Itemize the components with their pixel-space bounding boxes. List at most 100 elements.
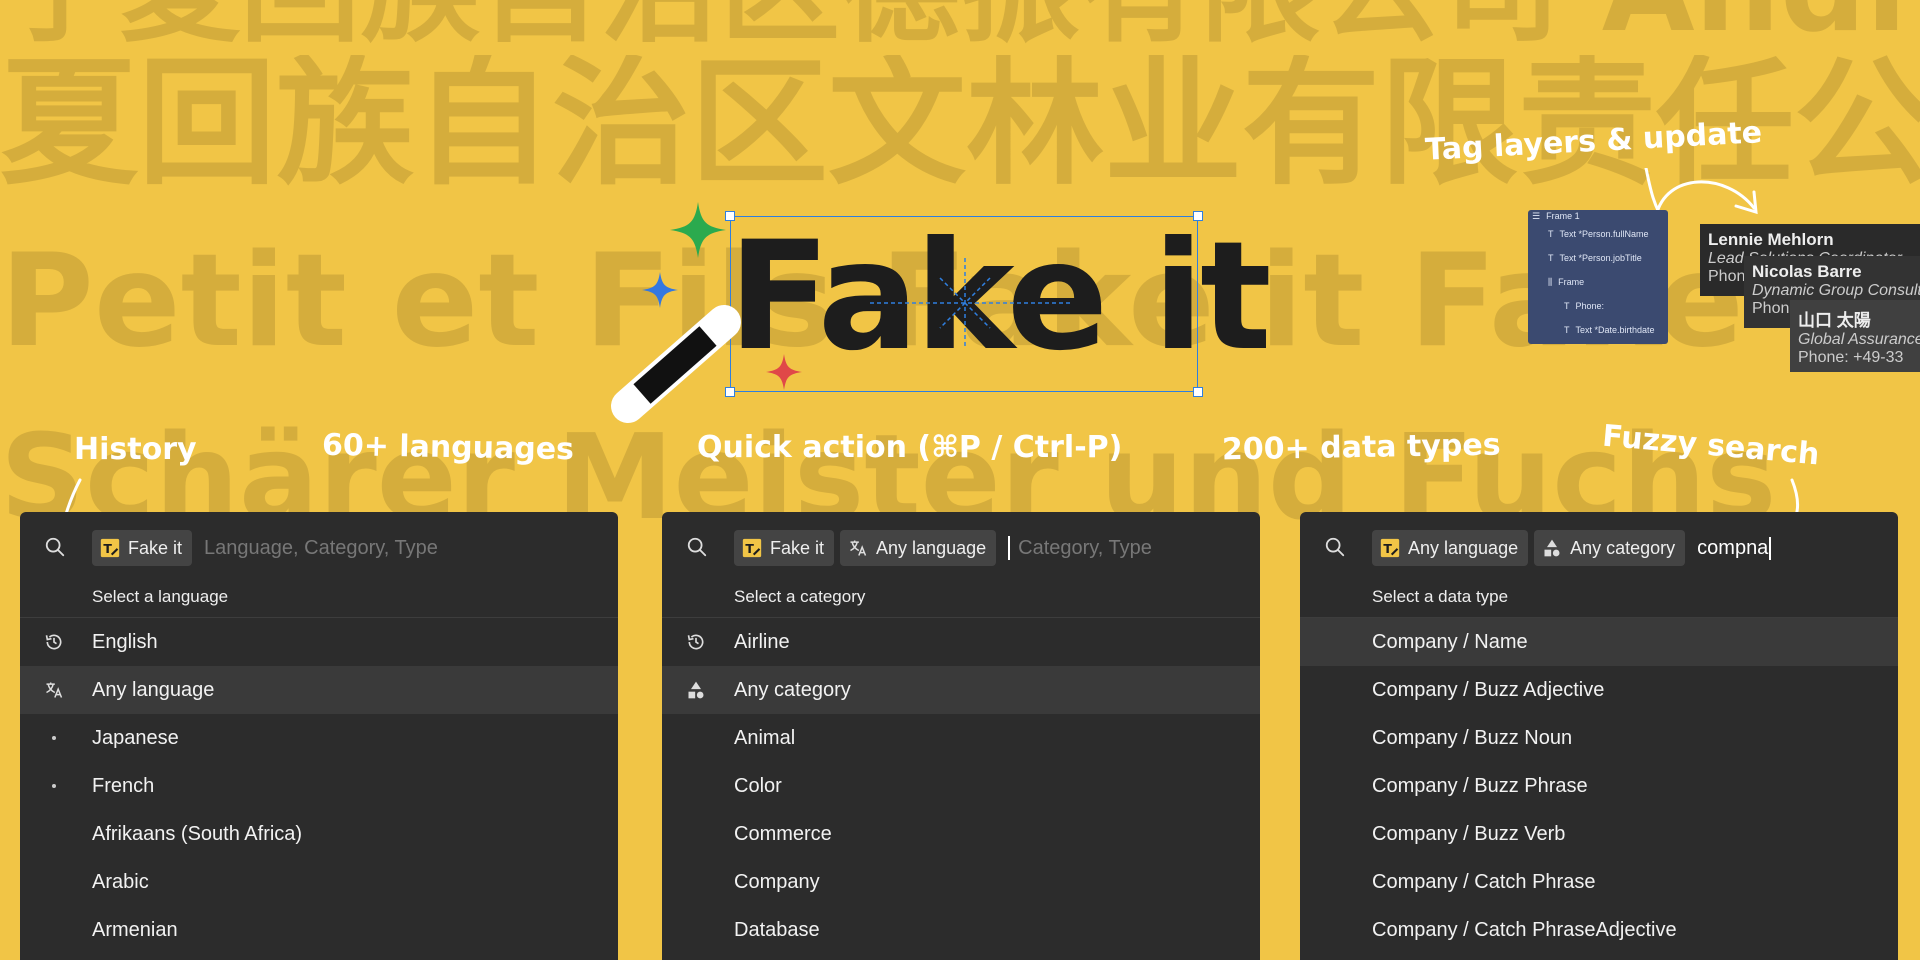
chip-label: Fake it <box>770 537 825 558</box>
item-label: Company / Catch Phrase <box>1372 870 1596 893</box>
item-label: Company / Buzz Noun <box>1372 726 1573 749</box>
annotation-quick-action: Quick action (⌘P / Ctrl-P) <box>697 430 1123 465</box>
chip-label: Any language <box>1408 537 1519 558</box>
magic-wand-icon <box>611 305 741 423</box>
section-title: Select a category <box>662 582 1260 618</box>
list-item[interactable]: Japanese <box>20 714 618 762</box>
list-item[interactable]: Company / Buzz Verb <box>1300 810 1898 858</box>
item-label: Japanese <box>92 726 179 749</box>
search-icon <box>44 536 66 558</box>
annotation-languages: 60+ languages <box>321 427 575 468</box>
item-label: Company <box>734 870 820 893</box>
fake-it-logo-icon <box>742 538 762 558</box>
search-input[interactable]: compna <box>1697 536 1772 560</box>
search-placeholder[interactable]: Language, Category, Type <box>204 537 438 560</box>
item-label: Company / Buzz Phrase <box>1372 774 1588 797</box>
list-item[interactable]: Company / Buzz Adjective <box>1300 666 1898 714</box>
layer-label: Frame <box>1558 277 1585 287</box>
contact-card: 山口 太陽 Global Assurance Phone: +49-33 <box>1790 300 1920 372</box>
list-item[interactable]: Color <box>662 762 1260 810</box>
dot-icon <box>44 776 64 796</box>
item-label: Any language <box>92 678 215 701</box>
layer-row[interactable]: T Text *Date.birthdate <box>1528 318 1668 342</box>
list-item[interactable]: Afrikaans (South Africa) <box>20 810 618 858</box>
list-item[interactable]: Company / Catch PhraseAdjective <box>1300 906 1898 954</box>
data-type-panel: Any language Any category compna Select … <box>1300 512 1898 960</box>
layer-row[interactable]: ☰ Frame 1 <box>1528 210 1668 222</box>
search-bar[interactable]: Any language Any category compna <box>1300 512 1898 582</box>
resize-handle <box>1193 387 1203 397</box>
list-item[interactable]: Any language <box>20 666 618 714</box>
layer-label: Phone: <box>1575 301 1605 311</box>
list-item[interactable]: Company / Name <box>1300 618 1898 666</box>
text-icon: T <box>1548 253 1554 263</box>
card-name: 山口 太陽 <box>1798 311 1871 330</box>
list-item[interactable]: Company / Buzz Noun <box>1300 714 1898 762</box>
text-icon: T <box>1564 325 1570 335</box>
chip-language[interactable]: Any language <box>1372 530 1529 566</box>
background-text-line-1: 宁夏回族自治区德振有限公司 Andre, Lors <box>0 0 1920 50</box>
category-panel: Fake it Any language Category, Type Sele… <box>662 512 1260 960</box>
item-label: Airline <box>734 630 790 653</box>
option-list: English Any language Japanese French Afr… <box>20 618 618 954</box>
shapes-icon <box>686 680 706 700</box>
item-label: English <box>92 630 158 653</box>
layer-row[interactable]: ⫼ Frame <box>1528 270 1668 294</box>
search-placeholder[interactable]: Category, Type <box>1018 537 1152 560</box>
chip-label: Fake it <box>128 537 183 558</box>
item-label: Company / Catch PhraseAdjective <box>1372 918 1677 941</box>
item-label: French <box>92 774 155 797</box>
chip-fake-it[interactable]: Fake it <box>92 530 193 566</box>
layer-row[interactable]: T Text *Person.fullName <box>1528 222 1668 246</box>
list-item[interactable]: Company / Catch Phrase <box>1300 858 1898 906</box>
list-item[interactable]: Commerce <box>662 810 1260 858</box>
list-item[interactable]: Any category <box>662 666 1260 714</box>
chip-label: Any category <box>1570 537 1676 558</box>
item-label: Any category <box>734 678 851 701</box>
layer-label: Text *Person.fullName <box>1559 229 1649 239</box>
list-item[interactable]: Arabic <box>20 858 618 906</box>
card-title: Global Assurance <box>1798 331 1920 348</box>
item-label: Company / Name <box>1372 630 1528 653</box>
crosshair-guides-icon <box>870 258 1070 348</box>
card-name: Lennie Mehlorn <box>1708 230 1834 249</box>
green-sparkle-icon <box>670 202 726 258</box>
layer-label: Text *Person.jobTitle <box>1559 253 1642 263</box>
dot-icon <box>44 728 64 748</box>
frame-icon: ☰ <box>1532 210 1541 221</box>
search-bar[interactable]: Fake it Language, Category, Type <box>20 512 618 582</box>
section-title: Select a data type <box>1300 582 1898 618</box>
list-item[interactable]: English <box>20 618 618 666</box>
language-panel: Fake it Language, Category, Type Select … <box>20 512 618 960</box>
card-name: Nicolas Barre <box>1752 262 1862 281</box>
chip-fake-it[interactable]: Fake it <box>734 530 835 566</box>
text-icon: T <box>1548 229 1554 239</box>
annotation-history: History <box>74 432 197 467</box>
fake-it-logo-icon <box>1380 538 1400 558</box>
list-item[interactable]: Airline <box>662 618 1260 666</box>
fake-it-logo-icon <box>100 538 120 558</box>
list-item[interactable]: Company / Buzz Phrase <box>1300 762 1898 810</box>
layers-panel: ☰ Frame 1 T Text *Person.fullName T Text *P… <box>1528 210 1668 344</box>
card-title: Dynamic Group Consultant <box>1752 282 1920 299</box>
chip-language[interactable]: Any language <box>840 530 997 566</box>
list-item[interactable]: Company <box>662 858 1260 906</box>
annotation-data-types: 200+ data types <box>1221 427 1501 468</box>
chip-category[interactable]: Any category <box>1534 530 1686 566</box>
list-item[interactable]: Armenian <box>20 906 618 954</box>
text-caret <box>1008 536 1011 560</box>
red-sparkle-icon <box>766 354 802 390</box>
layer-row[interactable]: T Text *Person.jobTitle <box>1528 246 1668 270</box>
item-label: Company / Buzz Adjective <box>1372 678 1605 701</box>
chip-label: Any language <box>876 537 987 558</box>
list-item[interactable]: French <box>20 762 618 810</box>
search-bar[interactable]: Fake it Any language Category, Type <box>662 512 1260 582</box>
history-icon <box>686 632 706 652</box>
layer-row[interactable]: T Phone: <box>1528 294 1668 318</box>
search-icon <box>1324 536 1346 558</box>
blue-sparkle-icon <box>642 272 678 308</box>
list-item[interactable]: Animal <box>662 714 1260 762</box>
list-item[interactable]: Database <box>662 906 1260 954</box>
text-icon: T <box>1564 301 1570 311</box>
item-label: Commerce <box>734 822 832 845</box>
